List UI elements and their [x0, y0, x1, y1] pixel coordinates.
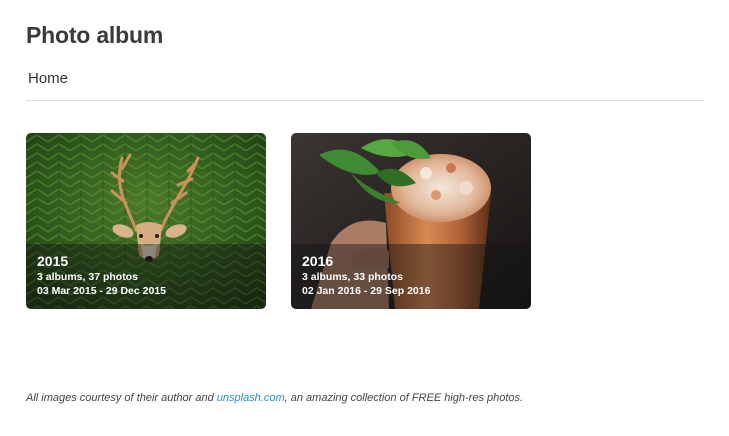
page-title: Photo album [26, 22, 164, 48]
album-date-range: 03 Mar 2015 - 29 Dec 2015 [37, 285, 167, 297]
breadcrumb-home-link[interactable]: Home [28, 70, 68, 87]
album-count: 3 albums, 33 photos [302, 271, 403, 283]
footer-text-after: , an amazing collection of FREE high-res… [284, 392, 524, 404]
album-date-range: 02 Jan 2016 - 29 Sep 2016 [302, 285, 431, 297]
album-year: 2016 [302, 253, 334, 269]
album-card-2016[interactable]: 2016 3 albums, 33 photos 02 Jan 2016 - 2… [291, 133, 531, 309]
footer-credit: All images courtesy of their author and … [26, 392, 523, 404]
album-count: 3 albums, 37 photos [37, 271, 138, 283]
album-year: 2015 [37, 253, 69, 269]
footer-text-before: All images courtesy of their author and [26, 392, 217, 404]
unsplash-link[interactable]: unsplash.com [217, 392, 285, 404]
page: Photo album Home 2015 3 albums, 37 photo… [0, 0, 729, 436]
breadcrumb: Home [26, 62, 704, 101]
album-card-2015[interactable]: 2015 3 albums, 37 photos 03 Mar 2015 - 2… [26, 133, 266, 309]
